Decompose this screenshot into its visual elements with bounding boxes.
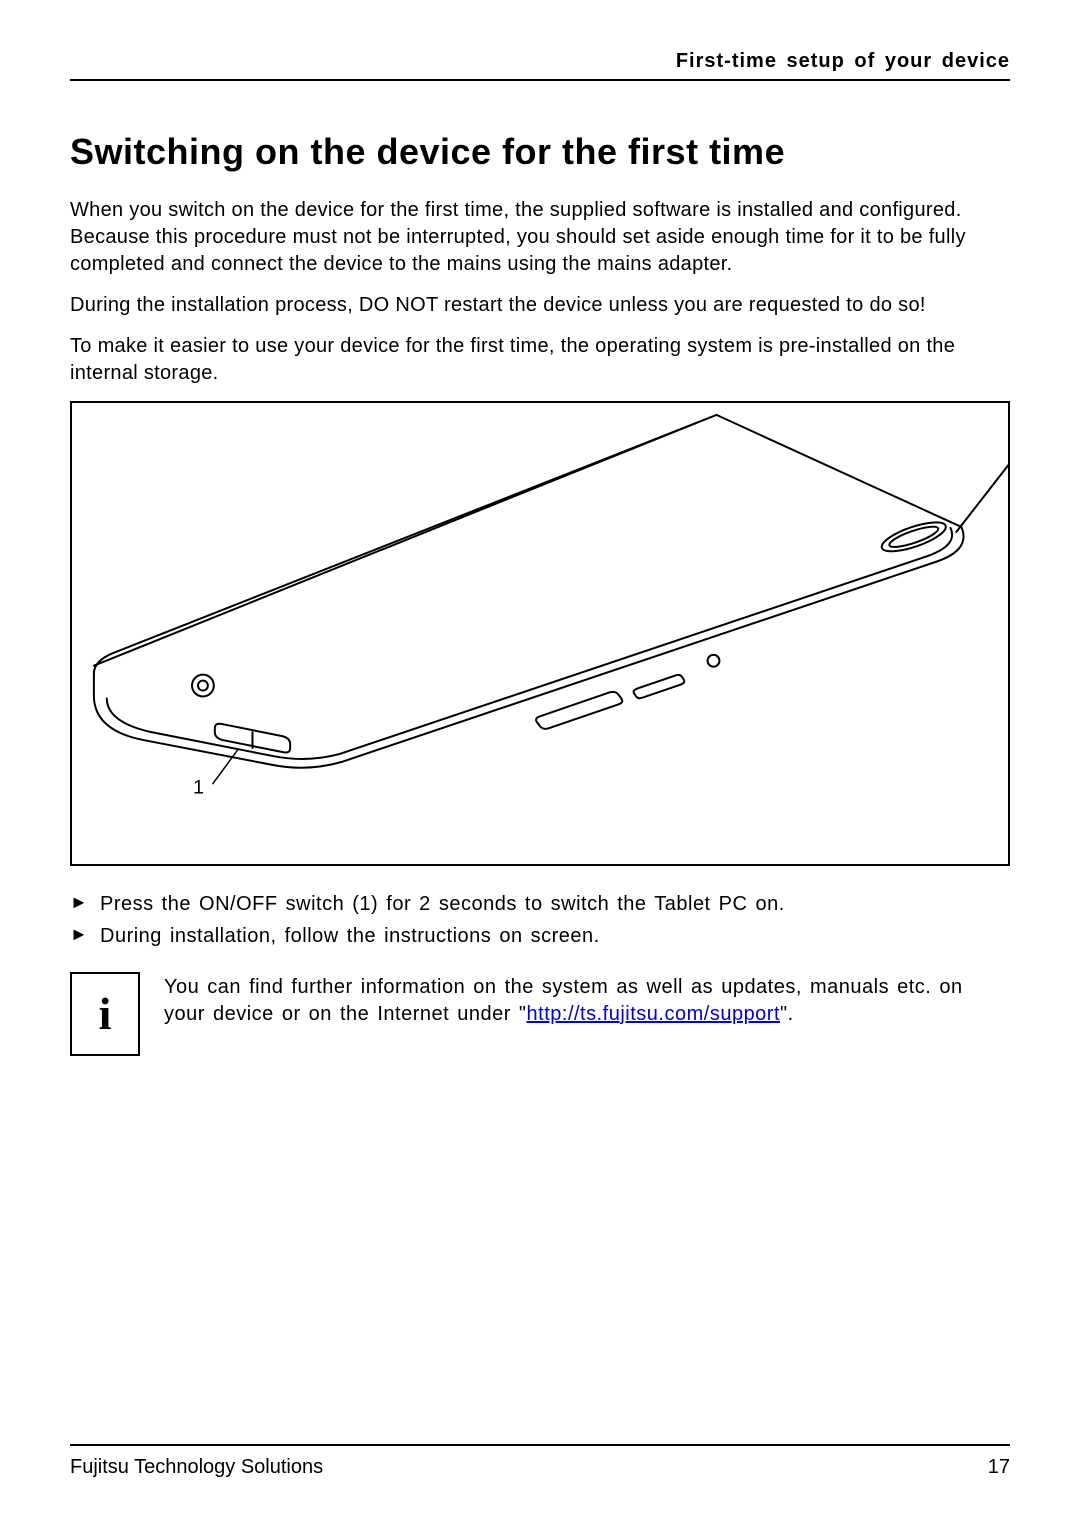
intro-paragraph-3: To make it easier to use your device for… bbox=[70, 333, 1010, 387]
tablet-line-art: 1 bbox=[72, 403, 1008, 864]
step-item: ► During installation, follow the instru… bbox=[70, 920, 1010, 952]
bullet-arrow-icon: ► bbox=[70, 888, 100, 917]
steps-list: ► Press the ON/OFF switch (1) for 2 seco… bbox=[70, 888, 1010, 952]
footer-page-number: 17 bbox=[988, 1456, 1010, 1479]
page-title: Switching on the device for the first ti… bbox=[70, 131, 1010, 173]
info-note: i You can find further information on th… bbox=[70, 972, 1010, 1056]
figure-callout-1: 1 bbox=[193, 777, 204, 799]
intro-paragraph-2: During the installation process, DO NOT … bbox=[70, 292, 1010, 319]
footer-left: Fujitsu Technology Solutions bbox=[70, 1456, 323, 1479]
bullet-arrow-icon: ► bbox=[70, 920, 100, 949]
page-header: First-time setup of your device bbox=[70, 50, 1010, 81]
info-glyph: i bbox=[99, 991, 112, 1037]
section-title: First-time setup of your device bbox=[676, 50, 1010, 72]
info-text-after: . bbox=[788, 1003, 794, 1025]
intro-paragraph-1: When you switch on the device for the fi… bbox=[70, 197, 1010, 278]
page-footer: Fujitsu Technology Solutions 17 bbox=[70, 1444, 1010, 1479]
step-text: During installation, follow the instruct… bbox=[100, 920, 600, 952]
info-text: You can find further information on the … bbox=[164, 972, 1010, 1028]
support-link[interactable]: http://ts.fujitsu.com/support bbox=[527, 1003, 781, 1025]
device-figure: 1 bbox=[70, 401, 1010, 866]
step-item: ► Press the ON/OFF switch (1) for 2 seco… bbox=[70, 888, 1010, 920]
step-text: Press the ON/OFF switch (1) for 2 second… bbox=[100, 888, 785, 920]
info-icon: i bbox=[70, 972, 140, 1056]
